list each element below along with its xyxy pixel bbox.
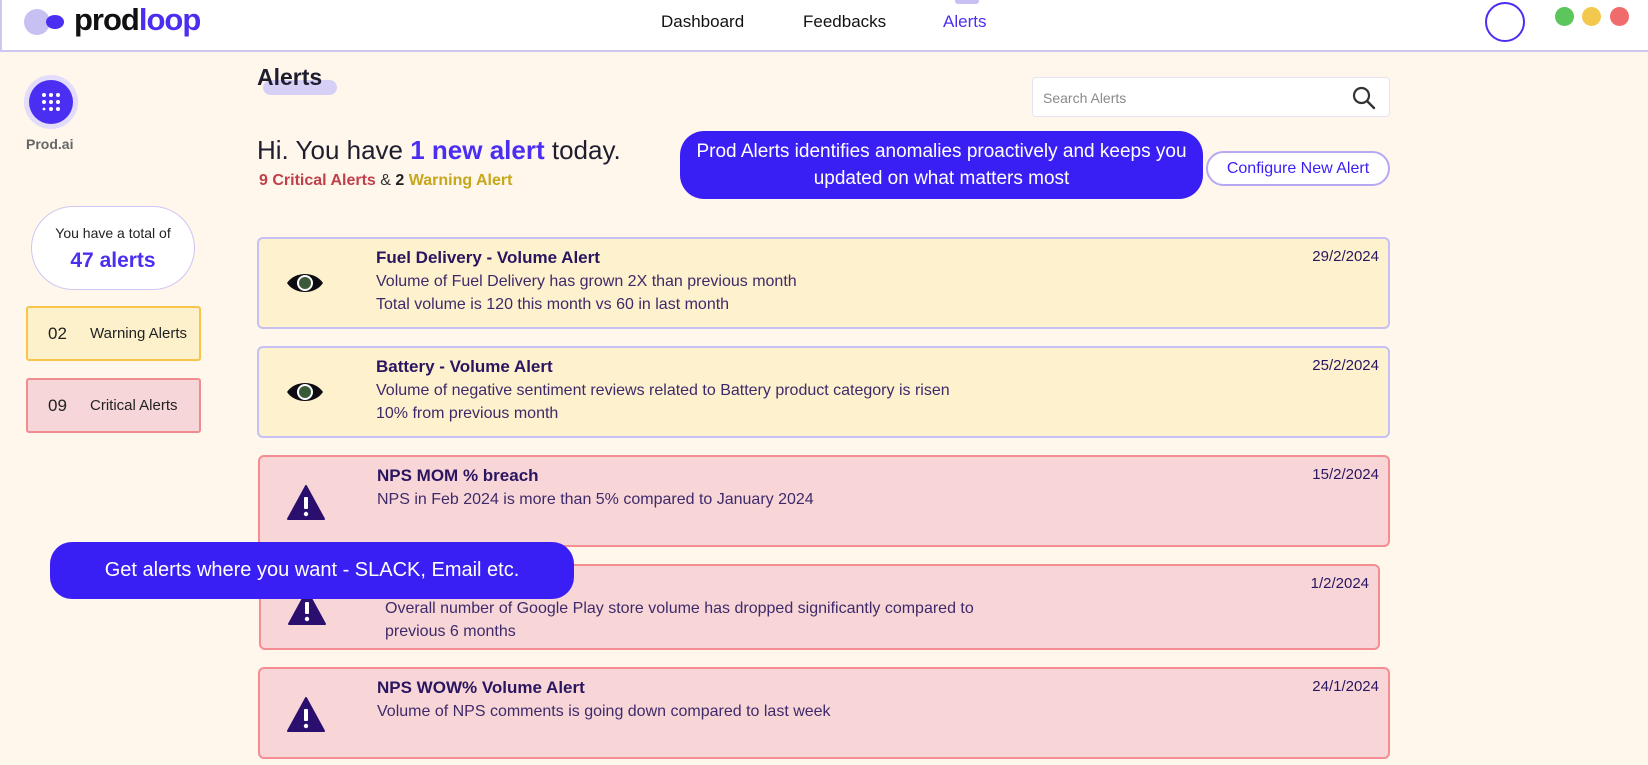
warning-summary-count: 2 [395, 172, 405, 189]
alert-card[interactable]: Battery - Volume Alert Volume of negativ… [257, 346, 1390, 438]
alert-date: 29/2/2024 [1312, 248, 1379, 265]
alert-description: NPS in Feb 2024 is more than 5% compared… [377, 491, 814, 508]
nav-alerts[interactable]: Alerts [943, 12, 986, 32]
nav-feedbacks[interactable]: Feedbacks [803, 12, 886, 32]
logo-text: prodloop [74, 2, 201, 37]
alert-description: Volume of negative sentiment reviews rel… [376, 382, 950, 422]
window-minimize-dot[interactable] [1582, 7, 1601, 26]
alert-date: 24/1/2024 [1312, 678, 1379, 695]
warning-triangle-icon [287, 697, 325, 732]
greeting-text: Hi. You have 1 new alert today. [257, 135, 621, 165]
nav-dashboard[interactable]: Dashboard [661, 12, 744, 32]
alert-date: 1/2/2024 [1310, 575, 1369, 592]
alert-description: Volume of NPS comments is going down com… [377, 703, 831, 720]
eye-icon [287, 383, 323, 401]
alert-title: NPS MOM % breach [377, 466, 539, 485]
top-navigation-bar: prodloop Dashboard Feedbacks Alerts [0, 0, 1648, 52]
prod-ai-assistant-button[interactable] [29, 80, 73, 124]
new-alert-highlight: 1 new alert [410, 135, 545, 165]
alert-title: Fuel Delivery - Volume Alert [376, 248, 600, 267]
alert-card[interactable]: NPS WOW% Volume Alert Volume of NPS comm… [258, 667, 1390, 759]
critical-alerts-filter[interactable]: 09 Critical Alerts [26, 378, 201, 433]
eye-icon [287, 274, 323, 292]
critical-summary: 9 Critical Alerts [259, 172, 376, 189]
warning-alerts-label: Warning Alerts [90, 325, 187, 342]
alert-card[interactable]: Fuel Delivery - Volume Alert Volume of F… [257, 237, 1390, 329]
search-box[interactable] [1032, 77, 1390, 117]
alert-date: 15/2/2024 [1312, 466, 1379, 483]
sidebar: Prod.ai You have a total of 47 alerts 02… [0, 52, 230, 765]
alert-description: Volume of Fuel Delivery has grown 2X tha… [376, 273, 797, 313]
dots-grid-icon [42, 93, 60, 111]
critical-alerts-label: Critical Alerts [90, 397, 178, 414]
page-title: Alerts [257, 64, 323, 90]
total-alerts-caption: You have a total of [55, 225, 171, 241]
feature-tooltip-integrations: Get alerts where you want - SLACK, Email… [50, 542, 574, 599]
alert-summary: 9 Critical Alerts & 2 Warning Alert [259, 172, 513, 189]
warning-alerts-count: 02 [48, 323, 67, 343]
warning-triangle-icon [287, 485, 325, 520]
prodloop-logo[interactable]: prodloop [24, 2, 201, 37]
search-input[interactable] [1043, 87, 1343, 109]
window-maximize-dot[interactable] [1555, 7, 1574, 26]
configure-new-alert-button[interactable]: Configure New Alert [1206, 151, 1390, 186]
active-tab-indicator [955, 0, 979, 4]
alert-title: NPS WOW% Volume Alert [377, 678, 585, 697]
alert-title: Battery - Volume Alert [376, 357, 553, 376]
warning-alerts-filter[interactable]: 02 Warning Alerts [26, 306, 201, 361]
warning-summary: Warning Alert [408, 172, 513, 189]
window-close-dot[interactable] [1610, 7, 1629, 26]
total-alerts-card: You have a total of 47 alerts [31, 206, 195, 290]
alert-card[interactable]: NPS MOM % breach NPS in Feb 2024 is more… [258, 455, 1390, 547]
search-icon[interactable] [1351, 85, 1377, 111]
critical-alerts-count: 09 [48, 395, 67, 415]
prod-ai-label: Prod.ai [26, 136, 74, 152]
total-alerts-count: 47 alerts [70, 249, 156, 272]
logo-mark-icon [24, 5, 70, 35]
alert-date: 25/2/2024 [1312, 357, 1379, 374]
user-avatar[interactable] [1485, 2, 1525, 42]
alert-description: Overall number of Google Play store volu… [385, 600, 974, 640]
feature-tooltip-anomalies: Prod Alerts identifies anomalies proacti… [680, 131, 1203, 199]
